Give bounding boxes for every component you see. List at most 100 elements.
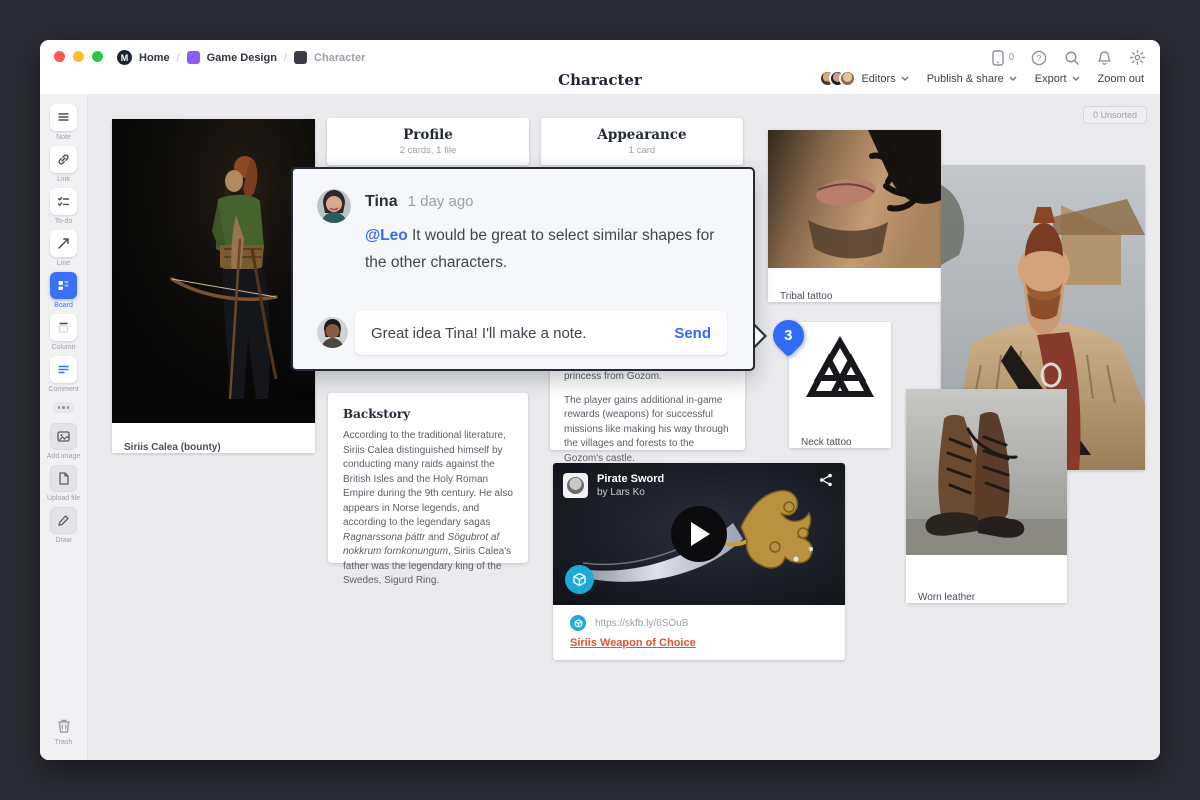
- backstory-text: and: [425, 532, 447, 543]
- toolbar-label: Upload file: [47, 495, 80, 502]
- note-paragraph: According to the traditional literature,…: [343, 429, 513, 589]
- share-icon[interactable]: [819, 473, 833, 492]
- embed-card-pirate-sword[interactable]: Pirate Sword by Lars Ko https://skfb.ly/…: [553, 463, 845, 660]
- note-card-backstory[interactable]: Backstory According to the traditional l…: [328, 393, 528, 563]
- tile-meta: 1 card: [541, 145, 743, 156]
- board-tile-appearance[interactable]: Appearance 1 card: [541, 118, 743, 165]
- comment-count: 3: [784, 327, 792, 344]
- toolbar-label: Link: [57, 176, 70, 183]
- toolbar-item-board[interactable]: Board: [50, 272, 77, 309]
- image-card-boots[interactable]: Worn leather: [906, 389, 1067, 603]
- upload-file-icon: [50, 465, 77, 492]
- board-canvas[interactable]: Note Link To-do Line Board Column: [40, 94, 1160, 760]
- trash-icon: [54, 716, 74, 736]
- sketchfab-mini-icon: [570, 615, 586, 631]
- help-icon[interactable]: ?: [1031, 50, 1047, 66]
- toolbar-item-note[interactable]: Note: [50, 104, 77, 141]
- toolbar-item-draw[interactable]: Draw: [50, 507, 77, 544]
- toolbar-label: Board: [54, 302, 73, 309]
- maximize-button[interactable]: [92, 51, 103, 62]
- svg-text:?: ?: [1037, 53, 1042, 63]
- comment-popup: Tina1 day ago @Leo It would be great to …: [291, 167, 755, 371]
- breadcrumb-separator: /: [284, 52, 287, 64]
- publish-share-button[interactable]: Publish & share: [927, 73, 1017, 85]
- notifications-bell-icon[interactable]: [1097, 50, 1112, 66]
- editor-avatars: [819, 70, 856, 87]
- toolbar-item-link[interactable]: Link: [50, 146, 77, 183]
- device-count: 0: [1008, 52, 1014, 63]
- comment-text: It would be great to select similar shap…: [365, 227, 714, 271]
- embed-title-link[interactable]: Siriis Weapon of Choice: [570, 637, 696, 649]
- image-card-tribal-tattoo[interactable]: Tribal tattoo: [768, 130, 941, 302]
- toolbar-item-trash[interactable]: Trash: [40, 716, 87, 746]
- note-icon: [50, 104, 77, 131]
- model-author: by Lars Ko: [597, 487, 645, 498]
- mobile-device-icon[interactable]: [992, 50, 1004, 66]
- note-paragraph: The player gains additional in-game rewa…: [564, 394, 731, 467]
- image-card-neck-tattoo[interactable]: Neck tattoo: [789, 322, 891, 448]
- image-caption: Worn leather: [906, 579, 1067, 603]
- toolbar-label: Note: [56, 134, 71, 141]
- archer-image: [112, 119, 315, 423]
- play-button[interactable]: [671, 506, 727, 562]
- comment-author: Tina1 day ago: [365, 193, 474, 211]
- unsorted-badge[interactable]: 0 Unsorted: [1083, 106, 1147, 124]
- breadcrumb: M Home / Game Design / Character: [117, 50, 365, 65]
- toolbar-label: Column: [51, 344, 75, 351]
- tile-title: Profile: [327, 127, 529, 143]
- column-icon: [50, 314, 77, 341]
- toolbar-item-comment[interactable]: Comment: [48, 356, 78, 393]
- app-logo-icon[interactable]: M: [117, 50, 132, 65]
- toolbar-item-column[interactable]: Column: [50, 314, 77, 351]
- image-card-archer[interactable]: Siriis Calea (bounty): [112, 119, 315, 453]
- header-icons: 0 ?: [992, 49, 1146, 66]
- toolbar-item-todo[interactable]: To-do: [50, 188, 77, 225]
- comment-icon: [50, 356, 77, 383]
- sketchfab-viewer[interactable]: Pirate Sword by Lars Ko: [553, 463, 845, 605]
- character-board-icon[interactable]: [294, 51, 307, 64]
- link-icon: [50, 146, 77, 173]
- reply-input[interactable]: [371, 325, 674, 342]
- chevron-down-icon: [1009, 76, 1017, 81]
- breadcrumb-home[interactable]: Home: [139, 52, 170, 64]
- breadcrumb-project[interactable]: Game Design: [207, 52, 277, 64]
- backstory-italic: Ragnarssona þáttr: [343, 532, 425, 543]
- board-tile-profile[interactable]: Profile 2 cards, 1 file: [327, 118, 529, 165]
- toolbar-label: Comment: [48, 386, 78, 393]
- backstory-text: According to the traditional literature,…: [343, 430, 513, 528]
- sketchfab-logo-icon[interactable]: [565, 565, 594, 594]
- avatar: [839, 70, 856, 87]
- zoom-out-button[interactable]: Zoom out: [1098, 73, 1144, 85]
- more-tools-button[interactable]: [53, 402, 75, 413]
- search-icon[interactable]: [1064, 50, 1080, 66]
- breadcrumb-separator: /: [177, 52, 180, 64]
- header-actions: Editors Publish & share Export Zoom out: [819, 70, 1144, 87]
- project-board-icon[interactable]: [187, 51, 200, 64]
- toolbar-item-upload-file[interactable]: Upload file: [47, 465, 80, 502]
- draw-pencil-icon: [50, 507, 77, 534]
- boots-image: [906, 389, 1067, 555]
- toolbar-item-line[interactable]: Line: [50, 230, 77, 267]
- send-button[interactable]: Send: [674, 325, 711, 342]
- tribal-tattoo-image: [768, 130, 941, 268]
- settings-gear-icon[interactable]: [1129, 49, 1146, 66]
- image-caption: Neck tattoo: [789, 428, 891, 448]
- author-avatar[interactable]: [563, 473, 588, 498]
- toolbar-label: Draw: [55, 537, 71, 544]
- minimize-button[interactable]: [73, 51, 84, 62]
- toolbar-item-add-image[interactable]: Add image: [47, 423, 80, 460]
- model-title: Pirate Sword: [597, 473, 664, 485]
- header-title-row: Character Editors Publish & share E: [40, 67, 1160, 94]
- mention-link[interactable]: @Leo: [365, 227, 408, 244]
- embed-url[interactable]: https://skfb.ly/6SOuB: [595, 618, 688, 629]
- editors-button[interactable]: Editors: [819, 70, 908, 87]
- author-name: Tina: [365, 193, 398, 210]
- header-top-row: M Home / Game Design / Character 0 ?: [40, 40, 1160, 67]
- tile-title: Appearance: [541, 127, 743, 143]
- close-button[interactable]: [54, 51, 65, 62]
- zoom-out-label: Zoom out: [1098, 73, 1144, 85]
- app-window: M Home / Game Design / Character 0 ?: [40, 40, 1160, 760]
- export-button[interactable]: Export: [1035, 73, 1080, 85]
- popup-arrow-inner: [755, 327, 773, 345]
- traffic-lights: [54, 51, 103, 62]
